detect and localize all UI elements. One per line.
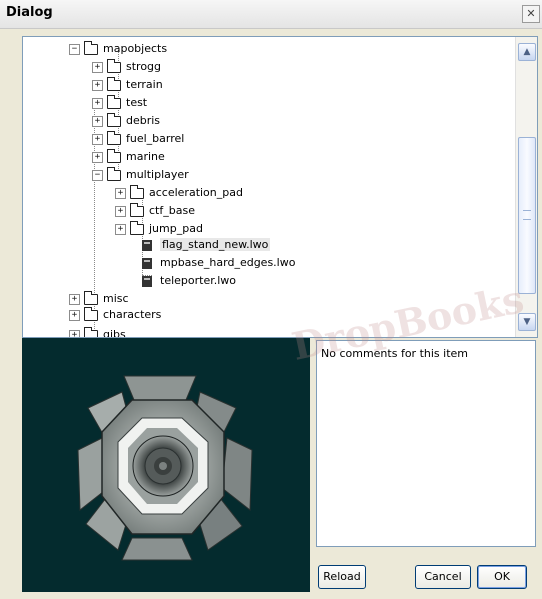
expand-icon[interactable]: + <box>92 79 103 91</box>
tree-item-mpbase-hard-edges[interactable]: mpbase_hard_edges.lwo <box>142 255 295 271</box>
expand-icon[interactable]: + <box>115 205 126 217</box>
tree-item-label: jump_pad <box>149 222 203 235</box>
tree-item-label: test <box>126 96 148 109</box>
scroll-thumb[interactable] <box>518 137 536 294</box>
folder-icon <box>107 94 121 109</box>
close-button[interactable]: ✕ <box>522 5 540 23</box>
tree-item-label: debris <box>126 114 161 127</box>
folder-icon <box>130 184 144 199</box>
model-preview[interactable] <box>22 338 310 592</box>
model-file-icon <box>142 257 152 269</box>
tree-item-terrain[interactable]: + terrain <box>92 76 163 93</box>
tree-item-label: characters <box>103 308 162 321</box>
tree-item-label: multiplayer <box>126 168 189 181</box>
reload-button[interactable]: Reload <box>318 565 366 589</box>
tree-item-test[interactable]: + test <box>92 94 148 111</box>
tree-item-label: misc <box>103 292 129 305</box>
model-file-icon <box>142 275 152 287</box>
folder-icon <box>130 202 144 217</box>
tree-item-jump-pad[interactable]: + jump_pad <box>115 220 203 237</box>
folder-icon <box>107 112 121 127</box>
tree-vertical-scrollbar[interactable]: ▲ ▼ <box>515 37 537 337</box>
folder-icon <box>130 220 144 235</box>
tree-item-gibs[interactable]: + gibs <box>69 326 126 337</box>
chevron-up-icon: ▲ <box>523 47 531 57</box>
folder-icon <box>84 326 98 337</box>
expand-icon[interactable]: + <box>92 151 103 163</box>
tree-item-mapobjects[interactable]: − mapobjects <box>69 40 168 57</box>
folder-icon <box>107 148 121 163</box>
expand-icon[interactable]: + <box>92 115 103 127</box>
expand-icon[interactable]: + <box>92 133 103 145</box>
tree-item-label: terrain <box>126 78 163 91</box>
tree-item-ctf-base[interactable]: + ctf_base <box>115 202 195 219</box>
tree-item-label: mapobjects <box>103 42 168 55</box>
flag-stand-model-render <box>77 375 253 561</box>
model-file-icon <box>142 239 152 251</box>
tree-item-label: fuel_barrel <box>126 132 185 145</box>
tree-item-marine[interactable]: + marine <box>92 148 165 165</box>
tree-item-characters[interactable]: + characters <box>69 306 162 323</box>
tree-item-label: marine <box>126 150 165 163</box>
folder-icon <box>84 306 98 321</box>
scroll-down-button[interactable]: ▼ <box>518 313 536 331</box>
comments-box[interactable]: No comments for this item <box>316 340 536 547</box>
expand-icon[interactable]: + <box>69 309 80 321</box>
tree-item-acceleration-pad[interactable]: + acceleration_pad <box>115 184 243 201</box>
tree-item-label: flag_stand_new.lwo <box>160 238 271 251</box>
tree-item-label: gibs <box>103 328 126 337</box>
tree-item-label: acceleration_pad <box>149 186 243 199</box>
tree-item-teleporter[interactable]: teleporter.lwo <box>142 273 236 289</box>
tree-item-strogg[interactable]: + strogg <box>92 58 162 75</box>
model-tree[interactable]: − mapobjects + strogg + terrain + test + debr… <box>23 37 515 337</box>
folder-icon <box>107 166 121 181</box>
grip-icon <box>523 210 531 220</box>
folder-icon <box>84 40 98 55</box>
tree-item-fuel-barrel[interactable]: + fuel_barrel <box>92 130 185 147</box>
expand-icon[interactable]: + <box>69 329 80 337</box>
expand-icon[interactable]: + <box>92 97 103 109</box>
window-title: Dialog <box>6 5 53 20</box>
title-bar: Dialog ✕ <box>0 0 542 29</box>
chevron-down-icon: ▼ <box>523 317 531 327</box>
tree-item-flag-stand-new[interactable]: flag_stand_new.lwo <box>142 237 271 253</box>
close-icon: ✕ <box>526 7 536 20</box>
collapse-icon[interactable]: − <box>69 43 80 55</box>
expand-icon[interactable]: + <box>115 223 126 235</box>
folder-icon <box>107 58 121 73</box>
tree-item-label: ctf_base <box>149 204 195 217</box>
tree-item-label: mpbase_hard_edges.lwo <box>160 256 296 269</box>
folder-icon <box>107 130 121 145</box>
tree-item-misc[interactable]: + misc <box>69 290 129 307</box>
tree-item-multiplayer[interactable]: − multiplayer <box>92 166 189 183</box>
model-tree-panel[interactable]: − mapobjects + strogg + terrain + test + debr… <box>22 36 538 338</box>
tree-item-debris[interactable]: + debris <box>92 112 161 129</box>
comments-text: No comments for this item <box>321 347 468 360</box>
ok-button[interactable]: OK <box>477 565 527 589</box>
collapse-icon[interactable]: − <box>92 169 103 181</box>
expand-icon[interactable]: + <box>115 187 126 199</box>
expand-icon[interactable]: + <box>69 293 80 305</box>
tree-item-label: teleporter.lwo <box>160 274 237 287</box>
cancel-button[interactable]: Cancel <box>415 565 471 589</box>
scroll-up-button[interactable]: ▲ <box>518 43 536 61</box>
folder-icon <box>84 290 98 305</box>
tree-item-label: strogg <box>126 60 162 73</box>
expand-icon[interactable]: + <box>92 61 103 73</box>
folder-icon <box>107 76 121 91</box>
